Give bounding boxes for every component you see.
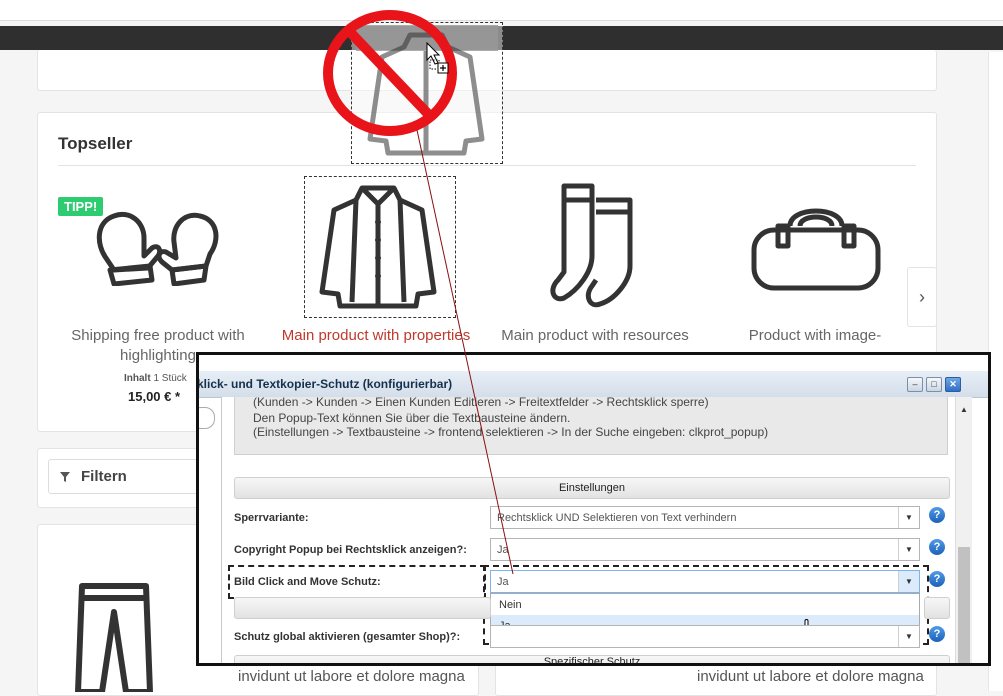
drag-path-line (416, 129, 514, 575)
